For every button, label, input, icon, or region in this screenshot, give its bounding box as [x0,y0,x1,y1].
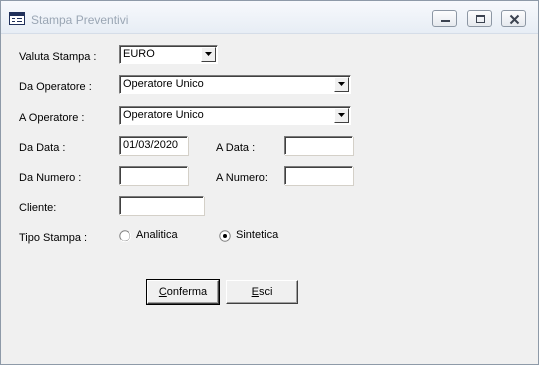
valuta-stampa-label: Valuta Stampa : [19,51,97,63]
cliente-label: Cliente: [19,202,57,214]
minimize-icon [441,20,450,22]
chevron-down-icon [338,82,345,86]
a-numero-label: A Numero: [216,172,268,184]
maximize-icon [476,15,485,23]
a-operatore-select[interactable]: Operatore Unico [119,106,351,125]
a-data-input[interactable] [284,136,353,155]
valuta-dropdown-button[interactable] [201,47,216,62]
valuta-stampa-value: EURO [123,48,155,60]
maximize-button[interactable] [467,10,492,27]
chevron-down-icon [338,113,345,117]
da-numero-input[interactable] [119,166,188,185]
da-operatore-select[interactable]: Operatore Unico [119,75,351,94]
form-area: Valuta Stampa : EURO Da Operatore : Oper… [9,34,530,356]
a-operatore-label: A Operatore : [19,112,85,124]
da-data-label: Da Data : [19,142,66,154]
a-operatore-value: Operatore Unico [123,109,204,121]
analitica-label[interactable]: Analitica [136,229,178,241]
analitica-radio[interactable] [119,230,131,242]
close-icon [509,14,520,25]
window-title: Stampa Preventivi [31,13,129,27]
da-operatore-label: Da Operatore : [19,81,92,93]
a-operatore-dropdown-button[interactable] [334,108,349,123]
chevron-down-icon [205,52,212,56]
conferma-button[interactable]: Conferma [146,279,220,305]
da-numero-label: Da Numero : [19,172,82,184]
minimize-button[interactable] [432,10,457,27]
a-numero-input[interactable] [284,166,353,185]
a-data-label: A Data : [216,142,256,154]
tipo-stampa-label: Tipo Stampa : [19,232,88,244]
sintetica-label[interactable]: Sintetica [236,229,278,241]
close-button[interactable] [501,10,526,27]
da-operatore-value: Operatore Unico [123,78,204,90]
form-window-icon [9,12,25,25]
da-operatore-dropdown-button[interactable] [334,77,349,92]
title-bar[interactable]: Stampa Preventivi [1,1,538,34]
valuta-stampa-select[interactable]: EURO [119,45,218,64]
stampa-preventivi-window: Stampa Preventivi Valuta Stampa : EURO D… [0,0,539,365]
sintetica-radio[interactable] [219,230,231,242]
esci-button[interactable]: Esci [226,280,298,304]
da-data-input[interactable]: 01/03/2020 [119,136,188,155]
cliente-input[interactable] [119,196,204,215]
